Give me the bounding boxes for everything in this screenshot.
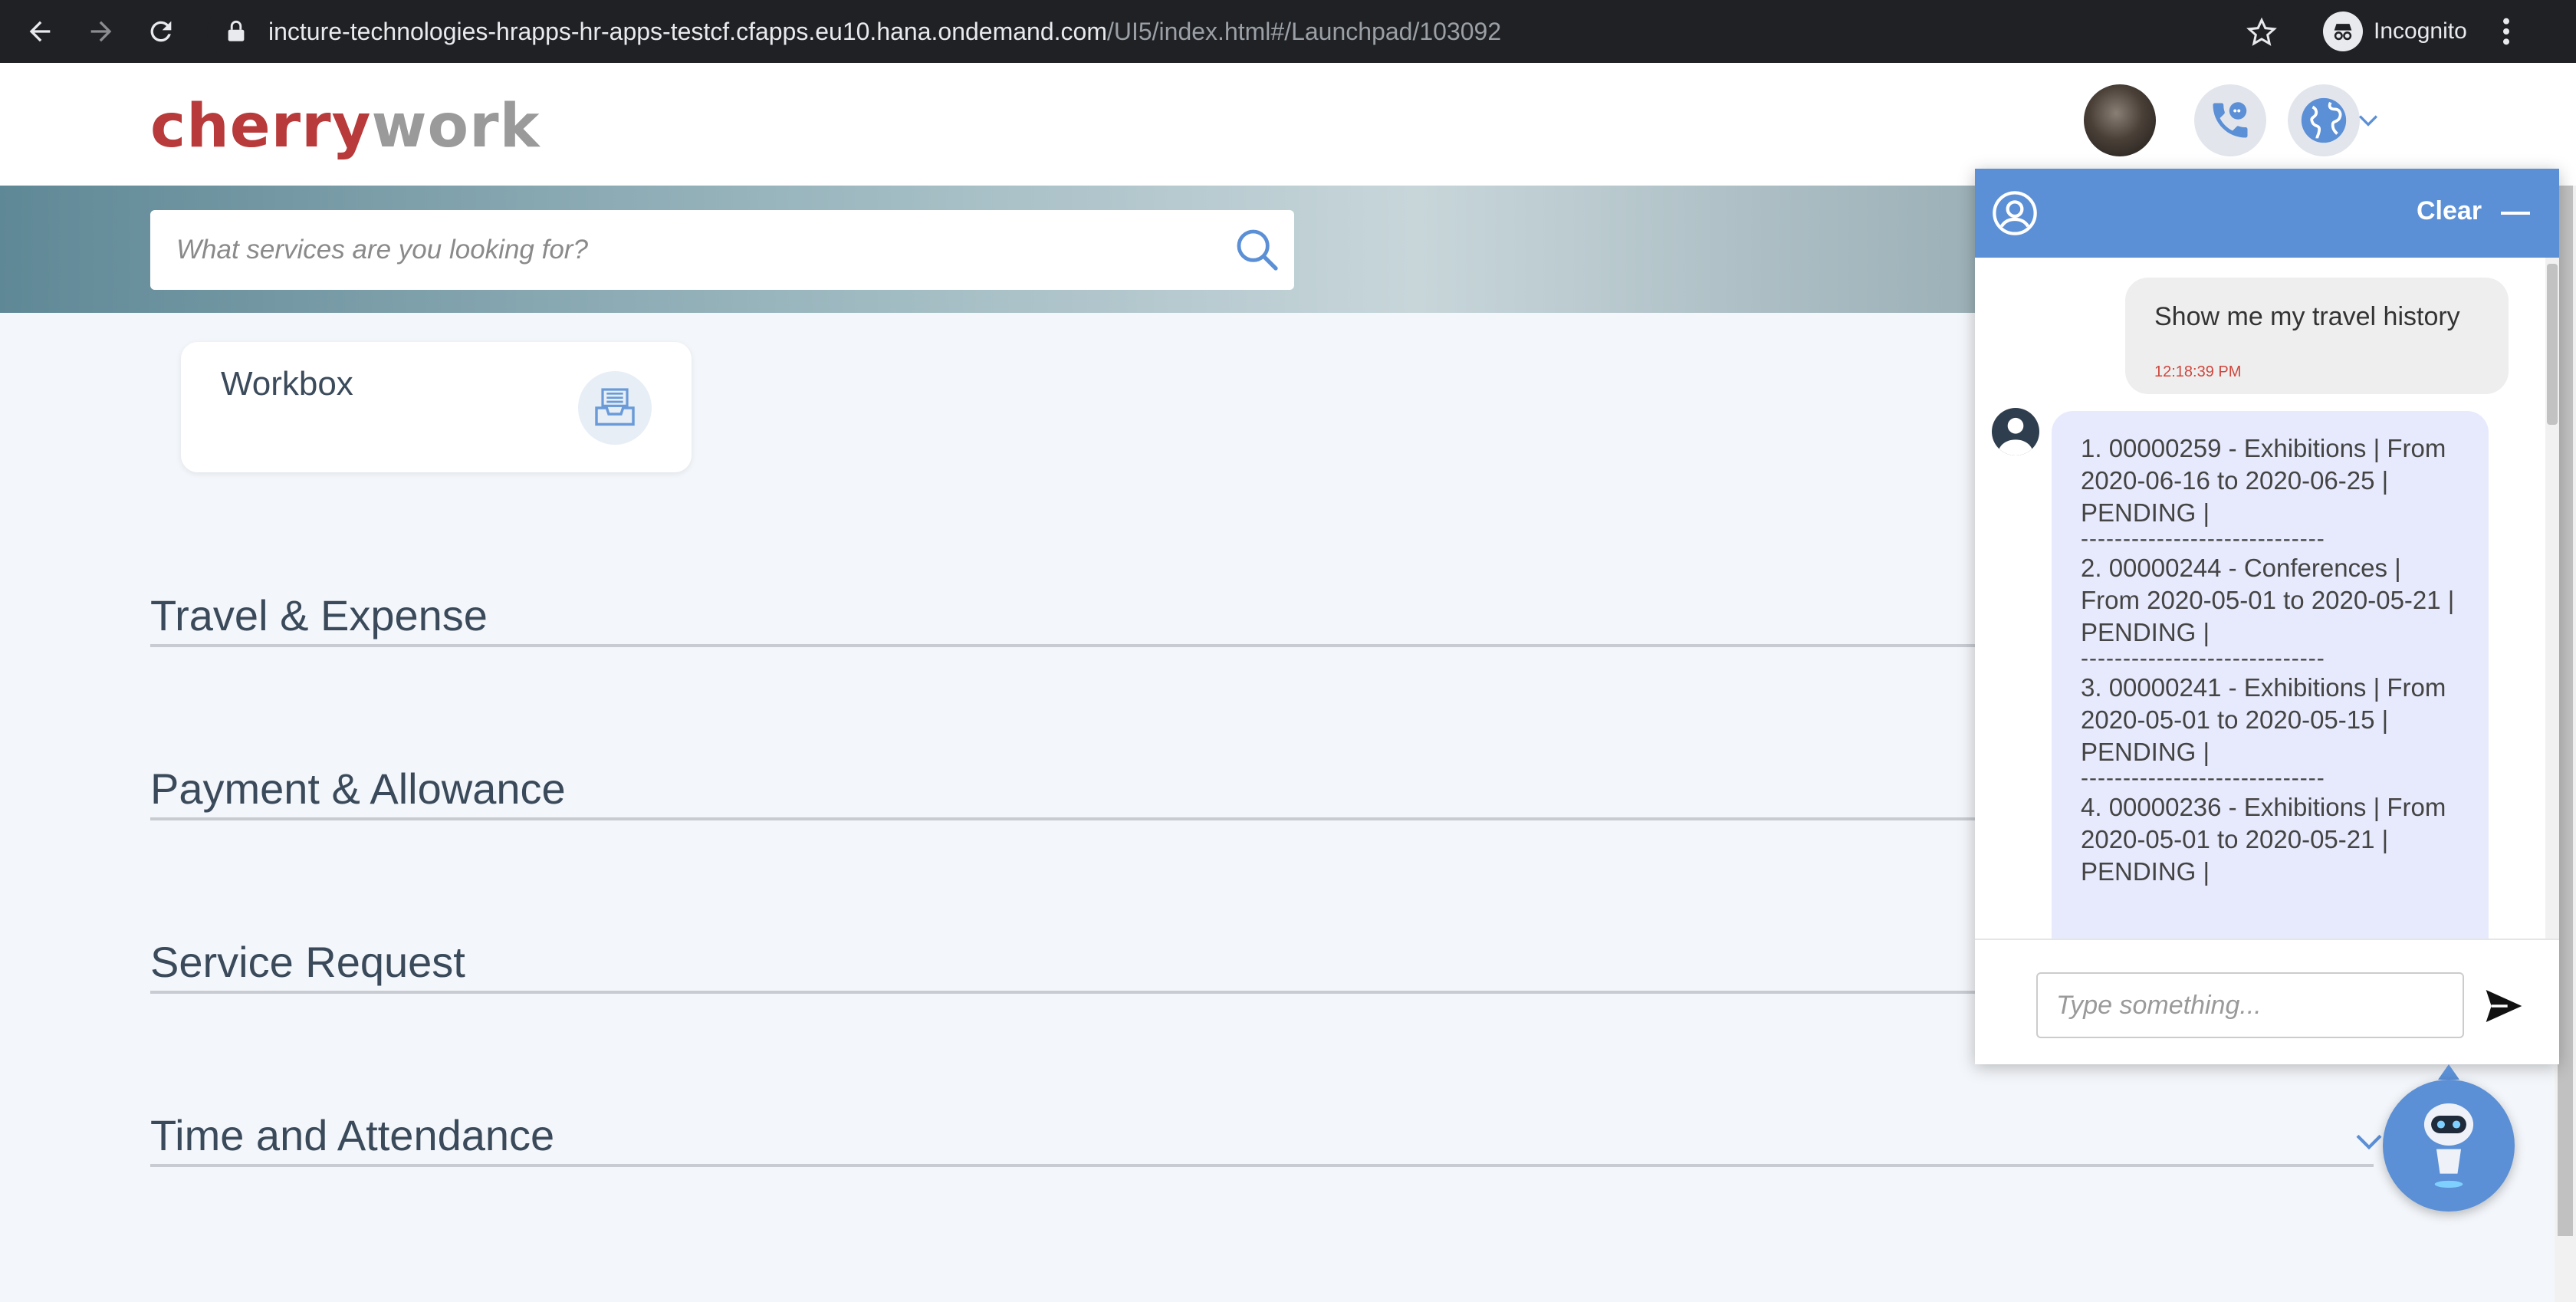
chat-pointer xyxy=(2438,1064,2459,1080)
language-button[interactable] xyxy=(2288,84,2360,156)
chat-input-field[interactable] xyxy=(2036,972,2464,1038)
chat-input[interactable] xyxy=(2056,990,2447,1021)
reload-button[interactable] xyxy=(138,8,184,54)
url-text: incture-technologies-hrapps-hr-apps-test… xyxy=(268,18,1501,46)
travel-history-item: 3. 00000241 - Exhibitions | From 2020-05… xyxy=(2081,673,2446,766)
chat-footer xyxy=(1975,939,2559,1064)
url-path: /UI5/index.html#/Launchpad/103092 xyxy=(1106,17,1502,45)
section-label: Time and Attendance xyxy=(150,1111,555,1159)
incognito-icon xyxy=(2323,12,2363,51)
url-host: incture-technologies-hrapps-hr-apps-test… xyxy=(268,17,1107,45)
chevron-down-icon[interactable] xyxy=(2358,113,2378,127)
back-button[interactable] xyxy=(17,8,63,54)
chat-messages: Show me my travel history 12:18:39 PM 1.… xyxy=(1975,258,2559,939)
more-vert-icon[interactable] xyxy=(2501,16,2512,47)
workbox-tile[interactable]: Workbox xyxy=(181,342,692,472)
chat-clear-button[interactable]: Clear xyxy=(2417,196,2482,226)
search-input[interactable] xyxy=(176,235,1173,265)
chatbot-launcher-button[interactable] xyxy=(2383,1080,2515,1212)
minimize-icon[interactable] xyxy=(2501,212,2530,215)
incognito-label: Incognito xyxy=(2374,18,2467,44)
bot-avatar-icon xyxy=(1992,408,2039,455)
bot-message-bubble: 1. 00000259 - Exhibitions | From 2020-06… xyxy=(2052,411,2489,939)
page-scrollbar-thumb[interactable] xyxy=(2558,186,2573,1236)
message-timestamp: 12:18:39 PM xyxy=(2154,363,2242,380)
star-icon[interactable] xyxy=(2246,17,2277,48)
inbox-tray-icon xyxy=(578,371,652,445)
user-message-text: Show me my travel history xyxy=(2154,302,2460,331)
incognito-indicator[interactable]: Incognito xyxy=(2323,5,2512,58)
separator: ----------------------------- xyxy=(2081,529,2325,549)
browser-toolbar: incture-technologies-hrapps-hr-apps-test… xyxy=(0,0,2576,63)
workbox-label: Workbox xyxy=(221,365,353,403)
travel-history-item: 4. 00000236 - Exhibitions | From 2020-05… xyxy=(2081,793,2446,886)
globe-icon xyxy=(2301,97,2347,143)
section-label: Service Request xyxy=(150,938,465,986)
send-icon[interactable] xyxy=(2481,985,2527,1027)
user-circle-icon xyxy=(1993,191,2037,235)
phone-chat-icon xyxy=(2213,102,2248,138)
address-bar[interactable]: incture-technologies-hrapps-hr-apps-test… xyxy=(207,5,2277,58)
chevron-down-icon[interactable] xyxy=(2354,1126,2384,1156)
service-search[interactable] xyxy=(150,210,1294,290)
chat-header: Clear xyxy=(1975,169,2559,258)
arrow-right-icon xyxy=(90,21,112,42)
logo-part-work: work xyxy=(371,92,540,161)
arrow-left-icon xyxy=(29,21,51,42)
app-header: cherrywork xyxy=(0,63,2576,186)
travel-history-item: 2. 00000244 - Conferences | From 2020-05… xyxy=(2081,554,2455,646)
reload-icon xyxy=(150,21,172,42)
user-avatar[interactable] xyxy=(2084,84,2156,156)
separator: ----------------------------- xyxy=(2081,768,2325,788)
user-message-bubble: Show me my travel history 12:18:39 PM xyxy=(2125,278,2509,394)
forward-button[interactable] xyxy=(78,8,124,54)
logo-part-cherry: cherry xyxy=(150,92,372,161)
cherrywork-logo[interactable]: cherrywork xyxy=(150,92,540,161)
section-label: Travel & Expense xyxy=(150,591,488,639)
chat-scrollbar-thumb[interactable] xyxy=(2547,264,2558,425)
separator: ----------------------------- xyxy=(2081,649,2325,669)
travel-history-item: 1. 00000259 - Exhibitions | From 2020-06… xyxy=(2081,434,2446,527)
lock-icon xyxy=(228,20,245,41)
search-icon[interactable] xyxy=(1233,225,1282,275)
section-label: Payment & Allowance xyxy=(150,764,566,813)
chatbot-panel: Clear Show me my travel history 12:18:39… xyxy=(1975,169,2559,1064)
section-time-attendance[interactable]: Time and Attendance xyxy=(150,1110,2374,1167)
robot-icon xyxy=(2423,1103,2474,1188)
call-support-button[interactable] xyxy=(2194,84,2266,156)
